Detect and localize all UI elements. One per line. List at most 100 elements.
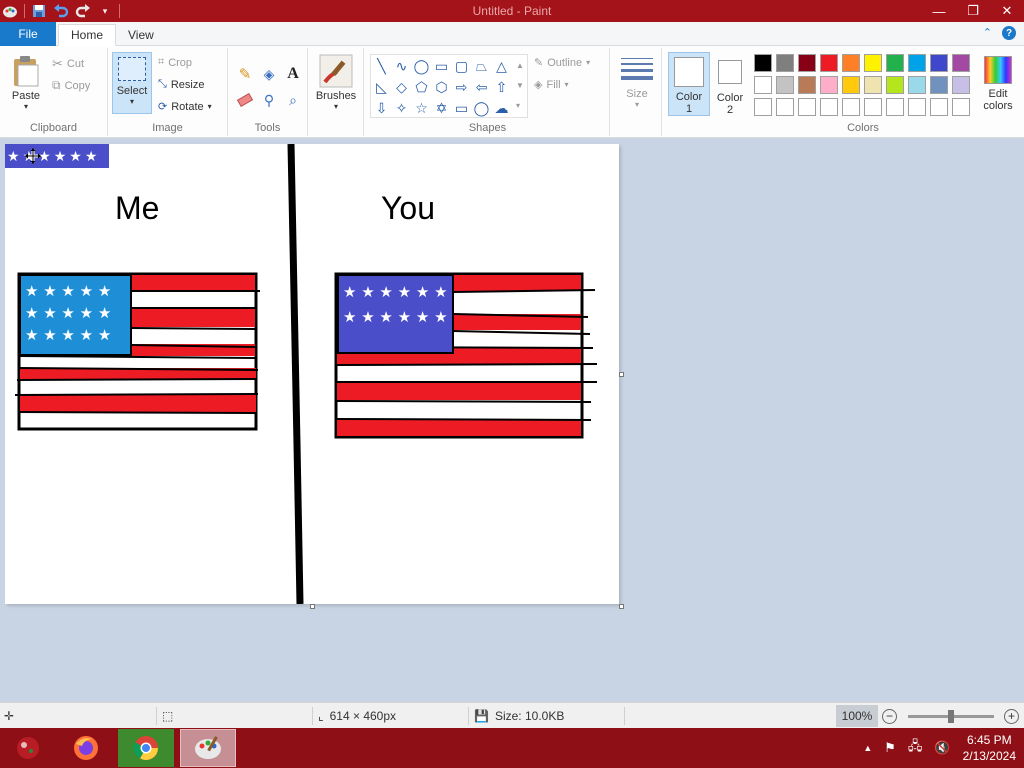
- pencil-icon[interactable]: ✎: [234, 62, 256, 86]
- color-swatch[interactable]: [776, 98, 794, 116]
- color-swatch[interactable]: [842, 76, 860, 94]
- size-button[interactable]: Size ▾: [618, 56, 656, 109]
- scroll-down-icon[interactable]: ▼: [516, 76, 524, 96]
- color-swatch[interactable]: [776, 76, 794, 94]
- drawing-canvas[interactable]: ★ ★ ★ ★ ★ ★ ★ ★ ★ ★ ★ ★ ★ ★ ★ ★ ★ ★ ★ ★ …: [5, 144, 624, 609]
- zoom-in-button[interactable]: +: [1004, 703, 1019, 729]
- zoom-slider[interactable]: [908, 710, 994, 723]
- scroll-up-icon[interactable]: ▲: [516, 56, 524, 76]
- color-swatch[interactable]: [842, 54, 860, 72]
- line-shape-icon[interactable]: ╲: [372, 56, 391, 76]
- color-swatch[interactable]: [930, 98, 948, 116]
- rounded-rectangle-shape-icon[interactable]: ▢: [452, 56, 471, 76]
- color-swatch[interactable]: [864, 54, 882, 72]
- close-button[interactable]: ✕: [990, 0, 1024, 22]
- color-swatch[interactable]: [864, 76, 882, 94]
- fill-bucket-icon[interactable]: ◈: [258, 62, 280, 86]
- zoom-out-button[interactable]: −: [882, 703, 897, 729]
- brushes-button[interactable]: Brushes ▾: [316, 54, 356, 111]
- paste-button[interactable]: Paste ▾: [8, 54, 44, 111]
- color-swatch[interactable]: [886, 98, 904, 116]
- outline-button[interactable]: ✎ Outline ▾: [534, 56, 590, 70]
- color-swatch[interactable]: [952, 76, 970, 94]
- fill-button[interactable]: ◈ Fill ▾: [534, 78, 569, 92]
- start-button[interactable]: [0, 729, 56, 767]
- diamond-shape-icon[interactable]: ◇: [392, 77, 411, 97]
- zoom-slider-thumb[interactable]: [948, 710, 954, 723]
- copy-button[interactable]: ⧉ Copy: [52, 78, 90, 93]
- color-swatch[interactable]: [930, 76, 948, 94]
- oval-shape-icon[interactable]: ◯: [412, 56, 431, 76]
- color-swatch[interactable]: [820, 76, 838, 94]
- text-tool-icon[interactable]: A: [282, 62, 304, 86]
- tab-home[interactable]: Home: [58, 24, 117, 46]
- color-swatch[interactable]: [754, 54, 772, 72]
- color-swatch[interactable]: [864, 98, 882, 116]
- action-center-flag-icon[interactable]: ⚑: [884, 740, 896, 756]
- right-arrow-shape-icon[interactable]: ⇨: [452, 77, 471, 97]
- taskbar-chrome[interactable]: [118, 729, 174, 767]
- up-arrow-shape-icon[interactable]: ⇧: [492, 77, 511, 97]
- hexagon-shape-icon[interactable]: ⬡: [432, 77, 451, 97]
- rotate-button[interactable]: ⟳ Rotate ▾: [158, 100, 212, 114]
- maximize-button[interactable]: ❐: [956, 0, 990, 22]
- six-point-star-shape-icon[interactable]: ✡: [432, 98, 451, 118]
- down-arrow-shape-icon[interactable]: ⇩: [372, 98, 391, 118]
- select-button[interactable]: Select ▾: [112, 52, 152, 114]
- magnifier-icon[interactable]: ⌕: [282, 88, 304, 112]
- four-point-star-shape-icon[interactable]: ✧: [392, 98, 411, 118]
- color-swatch[interactable]: [820, 54, 838, 72]
- floating-selection[interactable]: ★★★★★★: [5, 144, 109, 168]
- collapse-ribbon-icon[interactable]: ⌃: [983, 26, 992, 40]
- polygon-shape-icon[interactable]: ⏢: [472, 56, 491, 76]
- color-swatch[interactable]: [908, 54, 926, 72]
- edit-colors-button[interactable]: Edit colors: [978, 56, 1018, 112]
- volume-muted-icon[interactable]: 🔇: [934, 740, 950, 756]
- color-swatch[interactable]: [754, 76, 772, 94]
- color-picker-icon[interactable]: ⚲: [258, 88, 280, 112]
- color-swatch[interactable]: [908, 76, 926, 94]
- color-swatch[interactable]: [754, 98, 772, 116]
- oval-callout-shape-icon[interactable]: ◯: [472, 98, 491, 118]
- color1-button[interactable]: Color 1: [668, 52, 710, 116]
- color-swatch[interactable]: [908, 98, 926, 116]
- shapes-scroll[interactable]: ▲ ▼ ▾: [516, 56, 524, 116]
- resize-button[interactable]: ⤡ Resize: [158, 78, 204, 91]
- expand-gallery-icon[interactable]: ▾: [516, 96, 524, 116]
- color-swatch[interactable]: [820, 98, 838, 116]
- right-triangle-shape-icon[interactable]: ◺: [372, 77, 391, 97]
- color-swatch[interactable]: [930, 54, 948, 72]
- canvas-resize-handle-bottom[interactable]: [310, 604, 315, 609]
- color-swatch[interactable]: [886, 76, 904, 94]
- crop-button[interactable]: ⌗ Crop: [158, 56, 192, 69]
- help-icon[interactable]: ?: [1002, 26, 1016, 40]
- color2-button[interactable]: Color 2: [712, 56, 748, 116]
- left-arrow-shape-icon[interactable]: ⇦: [472, 77, 491, 97]
- rounded-callout-shape-icon[interactable]: ▭: [452, 98, 471, 118]
- five-point-star-shape-icon[interactable]: ☆: [412, 98, 431, 118]
- cut-button[interactable]: ✂ Cut: [52, 56, 84, 72]
- color-swatch[interactable]: [886, 54, 904, 72]
- tab-view[interactable]: View: [116, 24, 166, 46]
- rectangle-shape-icon[interactable]: ▭: [432, 56, 451, 76]
- color-swatch[interactable]: [952, 98, 970, 116]
- network-icon[interactable]: 🖧: [908, 737, 923, 759]
- curve-shape-icon[interactable]: ∿: [392, 56, 411, 76]
- pentagon-shape-icon[interactable]: ⬠: [412, 77, 431, 97]
- canvas-resize-handle-corner[interactable]: [619, 604, 624, 609]
- color-swatch[interactable]: [952, 54, 970, 72]
- clock[interactable]: 6:45 PM 2/13/2024: [963, 732, 1016, 764]
- cloud-callout-shape-icon[interactable]: ☁: [492, 98, 511, 118]
- show-hidden-icons-icon[interactable]: ▲: [863, 743, 872, 753]
- minimize-button[interactable]: —: [922, 0, 956, 22]
- color-swatch[interactable]: [798, 98, 816, 116]
- color-swatch[interactable]: [842, 98, 860, 116]
- color-swatch[interactable]: [776, 54, 794, 72]
- color-swatch[interactable]: [798, 54, 816, 72]
- taskbar-paint[interactable]: [180, 729, 236, 767]
- canvas-resize-handle-right[interactable]: [619, 372, 624, 377]
- eraser-icon[interactable]: [234, 88, 256, 112]
- triangle-shape-icon[interactable]: △: [492, 56, 511, 76]
- taskbar-firefox[interactable]: [58, 729, 114, 767]
- color-swatch[interactable]: [798, 76, 816, 94]
